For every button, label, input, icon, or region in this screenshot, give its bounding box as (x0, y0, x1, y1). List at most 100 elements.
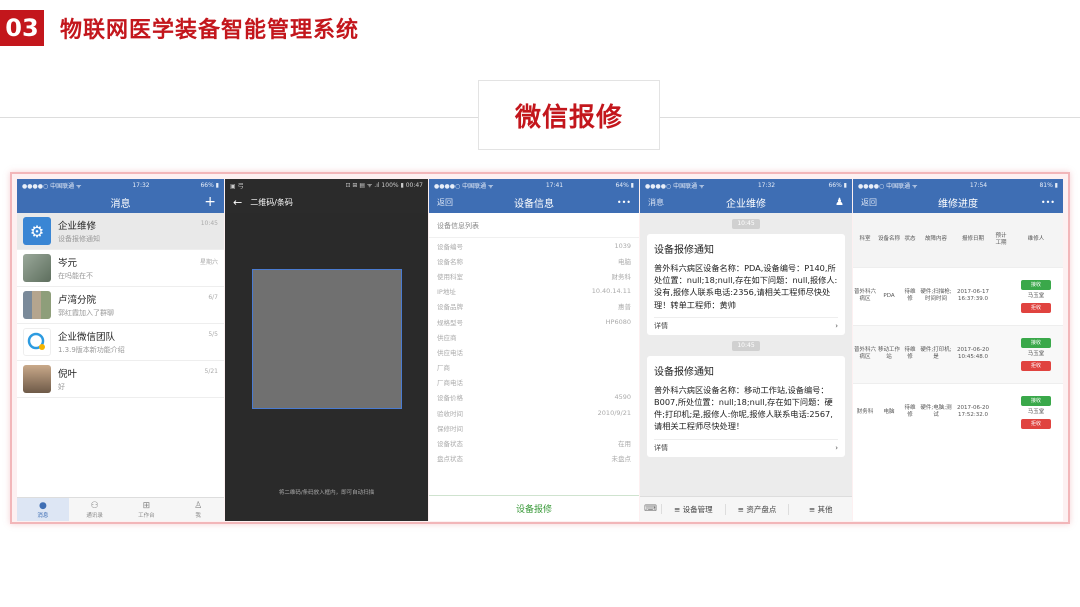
battery-text: 66% ▮ (828, 181, 847, 189)
tab-label: 通讯录 (86, 512, 103, 519)
cell-device: 移动工作站 (877, 324, 901, 383)
reject-button[interactable]: 拒收 (1021, 360, 1051, 371)
back-button[interactable]: 返回 (861, 197, 877, 208)
info-value: 10.40.14.11 (591, 287, 631, 296)
menu-other[interactable]: ≡ 其他 (789, 504, 852, 515)
info-row: 厂商电话 (429, 375, 639, 390)
contacts-icon: ⚇ (90, 500, 99, 511)
nav-bar: 返回 维修进度 ••• (853, 191, 1063, 213)
info-row: 设备编号 1039 (429, 238, 639, 253)
chat-item[interactable]: 倪叶 好 5/21 (17, 361, 224, 398)
card-body: 普外科六病区设备名称：移动工作站,设备编号：B007,所处位置：null;18;… (654, 384, 833, 432)
info-row: 供应电话 (429, 344, 639, 359)
status-right: ⊡ ⊞ ▤ ᯤ .ıl 100% ▮ 00:47 (345, 182, 423, 189)
report-repair-button[interactable]: 设备报修 (429, 495, 639, 521)
tab-label: 消息 (37, 512, 49, 519)
nav-title: 设备信息 (514, 198, 554, 210)
chat-item-enterprise-repair[interactable]: ⚙ 企业维修 设备报修通知 10:45 (17, 213, 224, 250)
nav-bar: 返回 设备信息 ••• (429, 191, 639, 213)
carrier-text: ●●●●○ 中国联通 ᯤ (434, 182, 494, 190)
info-value: 4590 (614, 393, 631, 402)
table-row: 财务科 电脑 待维修 硬件;电脑;测试 2017-06-20 17:52:32.0 接收马… (853, 382, 1063, 441)
info-label: 盘点状态 (437, 455, 463, 464)
info-value: 2010/9/21 (597, 408, 631, 417)
avatar (23, 254, 51, 282)
tab-me[interactable]: ♙ 我 (172, 498, 224, 521)
status-bar: ●●●●○ 中国联通 ᯤ 17:32 66% ▮ (640, 179, 852, 191)
col-header: 状态 (901, 213, 919, 267)
tab-contacts[interactable]: ⚇ 通讯录 (69, 498, 121, 521)
cell-actions: 接收 马玉堂 拒收 (1009, 324, 1063, 383)
tab-label: 我 (195, 512, 201, 519)
divider-right (660, 117, 1080, 118)
grid-icon: ⊞ (142, 500, 151, 511)
back-button[interactable]: 消息 (648, 197, 664, 208)
phone-device-info: ●●●●○ 中国联通 ᯤ 17:41 64% ▮ 返回 设备信息 ••• 设备信… (429, 179, 639, 521)
tab-workbench[interactable]: ⊞ 工作台 (121, 498, 173, 521)
phone-message-list: ●●●●○ 中国联通 ᯤ 17:32 66% ▮ 消息 + ⚙ 企业维修 设备报… (17, 179, 224, 521)
chat-preview: 1.3.9版本新功能介绍 (58, 346, 125, 354)
reject-button[interactable]: 拒收 (1021, 418, 1051, 429)
info-row: 设备名称 电脑 (429, 253, 639, 268)
gear-icon: ⚙ (23, 217, 51, 245)
chat-item[interactable]: 企业微信团队 1.3.9版本新功能介绍 5/5 (17, 324, 224, 361)
menu-label: 其他 (817, 504, 833, 514)
chat-preview: 郭红霞加入了群聊 (58, 309, 114, 317)
phone-repair-progress: ●●●●○ 中国联通 ᯤ 17:54 81% ▮ 返回 维修进度 ••• 科室 … (853, 179, 1063, 521)
more-icon[interactable]: ••• (617, 198, 631, 207)
info-label: 使用科室 (437, 272, 463, 281)
info-label: 设备状态 (437, 440, 463, 449)
nav-bar: 消息 + (17, 191, 224, 213)
accept-button[interactable]: 接收 (1021, 395, 1051, 406)
back-arrow-icon[interactable]: ← (233, 196, 242, 209)
menu-asset-inventory[interactable]: ≡ 资产盘点 (726, 503, 790, 515)
card-detail-link[interactable]: 详情 › (654, 316, 838, 335)
col-header: 预计工期 (993, 213, 1009, 267)
message-area: 10:45 设备报修通知 普外科六病区设备名称：PDA,设备编号：P140,所处… (640, 213, 852, 496)
more-icon[interactable]: ••• (1041, 198, 1055, 207)
accept-button[interactable]: 接收 (1021, 279, 1051, 290)
plus-icon[interactable]: + (204, 194, 216, 210)
repair-notice-card[interactable]: 设备报修通知 普外科六病区设备名称：移动工作站,设备编号：B007,所处位置：n… (647, 355, 845, 457)
cell-status: 待维修 (901, 266, 919, 325)
worker-name: 马玉堂 (1027, 408, 1045, 415)
chat-time: 10:45 (200, 220, 218, 227)
info-row: 使用科室 财务科 (429, 268, 639, 283)
battery-text: 64% ▮ (615, 181, 634, 189)
chat-item[interactable]: 岑元 在吗能在不 星期六 (17, 250, 224, 287)
menu-device-management[interactable]: ≡ 设备管理 (662, 503, 726, 515)
card-detail-link[interactable]: 详情 › (654, 438, 838, 457)
progress-table: 科室 设备名称 状态 故障内容 报修日期 预计工期 维修人 普外科六病区 PDA 待… (853, 213, 1063, 441)
page-title: 物联网医学装备智能管理系统 (60, 18, 360, 43)
group-avatar (23, 291, 51, 319)
col-header: 维修人 (1009, 213, 1063, 267)
info-row: 规格型号 HP6080 (429, 314, 639, 329)
info-label: 保修时间 (437, 424, 463, 433)
menu-label: 资产盘点 (746, 504, 777, 514)
keyboard-icon[interactable]: ⌨ (640, 504, 662, 514)
cell-device: PDA (877, 266, 901, 325)
reject-button[interactable]: 拒收 (1021, 302, 1051, 313)
back-button[interactable]: 返回 (437, 197, 453, 208)
info-row: 设备价格 4590 (429, 390, 639, 405)
chat-time: 星期六 (199, 259, 218, 266)
info-value: 电脑 (618, 257, 631, 266)
battery-text: 81% ▮ (1039, 181, 1058, 189)
info-row: 保修时间 (429, 420, 639, 435)
time-text: 17:32 (132, 181, 150, 189)
info-row: 验收时间 2010/9/21 (429, 405, 639, 420)
nav-title: 二维码/条码 (250, 197, 293, 207)
repair-notice-card[interactable]: 设备报修通知 普外科六病区设备名称：PDA,设备编号：P140,所处位置：nul… (647, 234, 845, 335)
accept-button[interactable]: 接收 (1021, 337, 1051, 348)
cell-dept: 财务科 (853, 382, 877, 441)
phone-repair-notifications: ●●●●○ 中国联通 ᯤ 17:32 66% ▮ 消息 企业维修 ♟ 10:45… (640, 179, 852, 521)
status-left: ▣ 弓 (230, 182, 244, 190)
info-value: 在用 (618, 440, 631, 449)
phone-qr-scanner: ▣ 弓 ⊡ ⊞ ▤ ᯤ .ıl 100% ▮ 00:47 ← 二维码/条码 将二… (225, 179, 428, 521)
avatar (23, 365, 51, 393)
tab-messages[interactable]: ● 消息 (17, 498, 69, 521)
person-icon[interactable]: ♟ (835, 197, 844, 208)
info-label: 厂商电话 (437, 379, 463, 388)
nav-bar: 消息 企业维修 ♟ (640, 191, 852, 213)
chat-item[interactable]: 卢湾分院 郭红霞加入了群聊 6/7 (17, 287, 224, 324)
